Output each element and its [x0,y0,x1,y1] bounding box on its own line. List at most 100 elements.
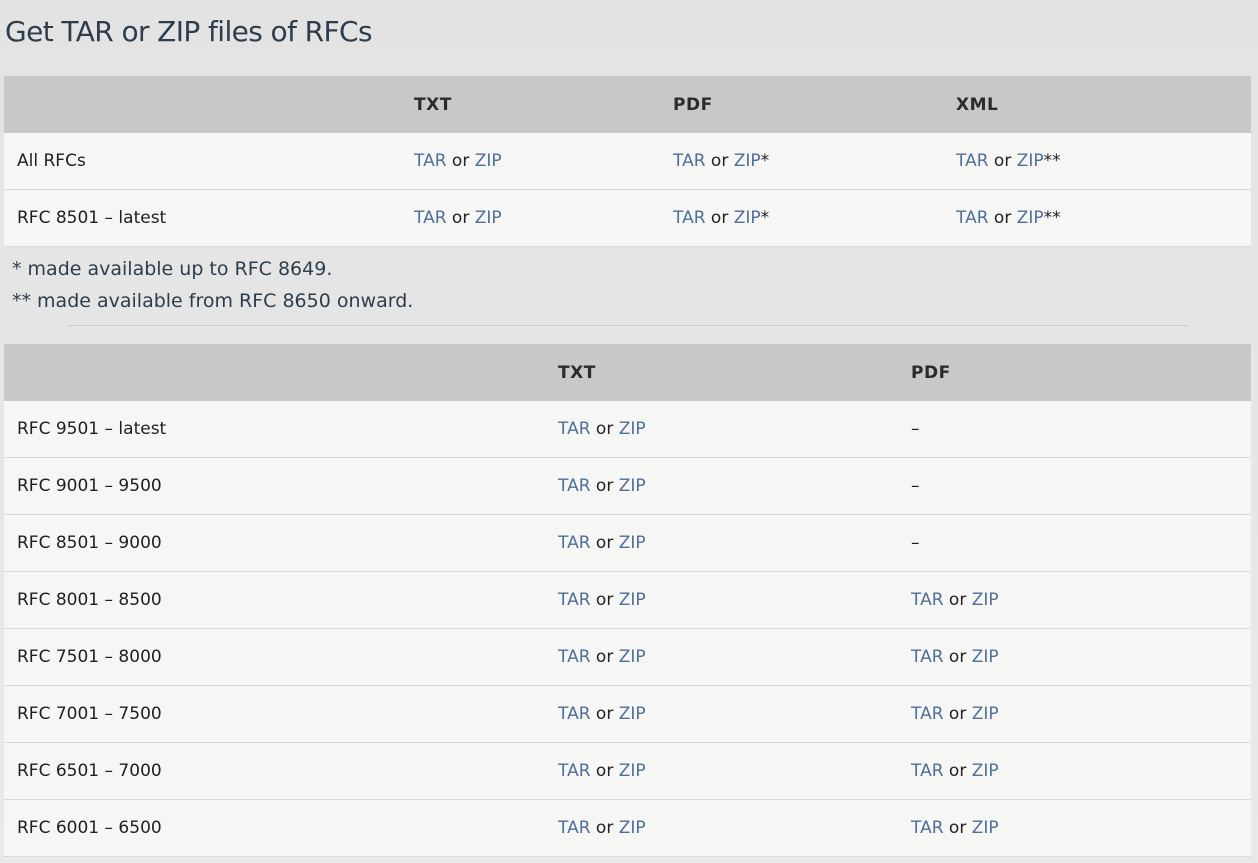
tar-link[interactable]: TAR [558,419,591,439]
or-separator: or [993,151,1012,171]
zip-link[interactable]: ZIP [972,590,999,610]
rfc-range-label: RFC 6501 – 7000 [4,742,558,800]
tar-link[interactable]: TAR [558,647,591,667]
table-row: RFC 8001 – 8500 TAR or ZIP TAR or ZIP [4,571,1251,629]
pdf-download-cell: TAR or ZIP [911,799,1251,857]
zip-link[interactable]: ZIP [475,208,502,228]
or-separator: or [948,818,967,838]
pdf-download-cell: TAR or ZIP [911,628,1251,686]
txt-download-cell: TAR or ZIP [558,742,911,800]
tar-link[interactable]: TAR [558,704,591,724]
footnote-marker: * [760,151,770,171]
footnote-marker: * [760,208,770,228]
or-separator: or [451,151,470,171]
unavailable-dash: – [911,476,920,496]
tar-link[interactable]: TAR [558,761,591,781]
tar-link[interactable]: TAR [414,208,447,228]
table-row: RFC 9001 – 9500 TAR or ZIP – [4,457,1251,515]
tar-link[interactable]: TAR [673,208,706,228]
zip-link[interactable]: ZIP [619,476,646,496]
zip-link[interactable]: ZIP [619,818,646,838]
rfc-range-label: RFC 7001 – 7500 [4,685,558,743]
tar-link[interactable]: TAR [911,761,944,781]
zip-link[interactable]: ZIP [619,590,646,610]
zip-link[interactable]: ZIP [972,761,999,781]
footnote-double-asterisk: ** made available from RFC 8650 onward. [12,290,414,312]
table-row: RFC 6501 – 7000 TAR or ZIP TAR or ZIP [4,742,1251,800]
txt-download-cell: TAR or ZIP [558,514,911,572]
unavailable-dash: – [911,533,920,553]
page-title: Get TAR or ZIP files of RFCs [5,15,373,48]
pdf-download-cell: TAR or ZIP [911,742,1251,800]
zip-link[interactable]: ZIP [734,151,761,171]
or-separator: or [948,647,967,667]
txt-download-cell: TAR or ZIP [558,685,911,743]
txt-download-cell: TAR or ZIP [414,133,673,190]
txt-download-cell: TAR or ZIP [558,571,911,629]
tar-link[interactable]: TAR [558,818,591,838]
tar-link[interactable]: TAR [673,151,706,171]
table-row: RFC 7001 – 7500 TAR or ZIP TAR or ZIP [4,685,1251,743]
or-separator: or [595,818,614,838]
rfc-range-label: RFC 8501 – 9000 [4,514,558,572]
txt-download-cell: TAR or ZIP [558,457,911,515]
or-separator: or [993,208,1012,228]
or-separator: or [948,590,967,610]
rfc-archive-table-ranges: TXT PDF RFC 9501 – latest TAR or ZIP – RFC … [4,344,1251,857]
tar-link[interactable]: TAR [911,704,944,724]
zip-link[interactable]: ZIP [619,533,646,553]
header-txt: TXT [558,344,911,401]
pdf-download-cell: TAR or ZIP* [673,133,956,190]
table-row: All RFCs TAR or ZIP TAR or ZIP* TAR or ZIP*… [4,133,1251,190]
section-divider [67,325,1189,326]
or-separator: or [595,704,614,724]
zip-link[interactable]: ZIP [619,419,646,439]
pdf-download-cell: – [911,457,1251,515]
rfc-range-label: RFC 9001 – 9500 [4,457,558,515]
tar-link[interactable]: TAR [911,590,944,610]
pdf-download-cell: TAR or ZIP* [673,189,956,247]
tar-link[interactable]: TAR [414,151,447,171]
rfc-range-label: RFC 7501 – 8000 [4,628,558,686]
header-xml: XML [956,76,1251,133]
zip-link[interactable]: ZIP [1017,208,1044,228]
header-pdf: PDF [911,344,1251,401]
rfc-range-label: RFC 8001 – 8500 [4,571,558,629]
tar-link[interactable]: TAR [911,818,944,838]
or-separator: or [710,151,729,171]
tar-link[interactable]: TAR [558,476,591,496]
table-header-row: TXT PDF [4,344,1251,401]
pdf-download-cell: TAR or ZIP [911,571,1251,629]
or-separator: or [595,476,614,496]
zip-link[interactable]: ZIP [619,647,646,667]
or-separator: or [451,208,470,228]
zip-link[interactable]: ZIP [734,208,761,228]
zip-link[interactable]: ZIP [619,704,646,724]
tar-link[interactable]: TAR [558,533,591,553]
xml-download-cell: TAR or ZIP** [956,189,1251,247]
header-txt: TXT [414,76,673,133]
header-pdf: PDF [673,76,956,133]
zip-link[interactable]: ZIP [972,818,999,838]
zip-link[interactable]: ZIP [972,647,999,667]
footnote-marker: ** [1043,208,1061,228]
zip-link[interactable]: ZIP [475,151,502,171]
zip-link[interactable]: ZIP [619,761,646,781]
table-row: RFC 9501 – latest TAR or ZIP – [4,401,1251,458]
footnote-single-asterisk: * made available up to RFC 8649. [12,258,333,280]
or-separator: or [948,761,967,781]
pdf-download-cell: TAR or ZIP [911,685,1251,743]
zip-link[interactable]: ZIP [972,704,999,724]
or-separator: or [948,704,967,724]
header-label-column [4,76,414,133]
zip-link[interactable]: ZIP [1017,151,1044,171]
or-separator: or [595,533,614,553]
txt-download-cell: TAR or ZIP [558,628,911,686]
rfc-archive-table-all: TXT PDF XML All RFCs TAR or ZIP TAR or ZIP… [4,76,1251,247]
pdf-download-cell: – [911,514,1251,572]
tar-link[interactable]: TAR [956,151,989,171]
tar-link[interactable]: TAR [956,208,989,228]
or-separator: or [710,208,729,228]
tar-link[interactable]: TAR [558,590,591,610]
tar-link[interactable]: TAR [911,647,944,667]
